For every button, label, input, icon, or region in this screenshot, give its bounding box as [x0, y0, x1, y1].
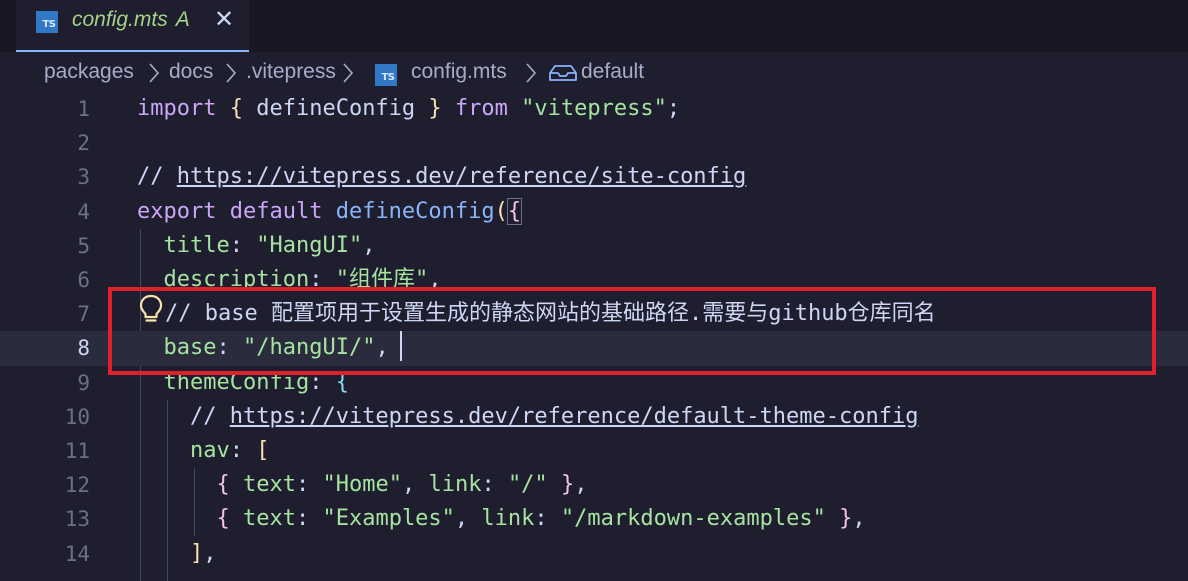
- code-text: description: "组件库",: [163, 267, 442, 292]
- code-text: { text: "Home", link: "/" },: [216, 472, 588, 498]
- line-number: 13: [64, 507, 90, 532]
- code-text: title: "HangUI",: [163, 232, 376, 258]
- code-text: nav: [: [189, 438, 270, 463]
- code-line[interactable]: 1 import { defineConfig } from "vitepres…: [0, 92, 1188, 126]
- chevron-right-icon: [525, 61, 537, 85]
- tab-label: config.mts A: [72, 8, 190, 32]
- code-text: base: "/hangUI/",: [163, 335, 389, 361]
- typescript-file-icon: TS: [36, 11, 58, 33]
- line-number: 1: [77, 97, 90, 121]
- code-comment: // https://vitepress.dev/reference/defau…: [189, 403, 919, 429]
- breadcrumb-item-config-mts[interactable]: config.mts: [411, 60, 507, 84]
- code-comment: // base 配置项用于设置生成的静态网站的基础路径.需要与github仓库同…: [165, 301, 936, 327]
- comment-link[interactable]: https://vitepress.dev/reference/site-con…: [177, 164, 747, 189]
- code-line[interactable]: 7 // base 配置项用于设置生成的静态网站的基础路径.需要与github仓…: [0, 297, 1188, 331]
- code-line[interactable]: 6 description: "组件库",: [0, 263, 1188, 297]
- code-text: export default defineConfig({: [137, 197, 523, 225]
- comment-link[interactable]: https://vitepress.dev/reference/default-…: [230, 404, 919, 429]
- code-line[interactable]: 4 export default defineConfig({: [0, 195, 1188, 229]
- code-line[interactable]: 5 title: "HangUI",: [0, 229, 1188, 263]
- line-number: 7: [77, 302, 90, 327]
- code-line[interactable]: 3 // https://vitepress.dev/reference/sit…: [0, 160, 1188, 194]
- chevron-right-icon: [225, 61, 237, 85]
- git-status-badge: A: [175, 8, 190, 31]
- breadcrumb-item-default[interactable]: default: [581, 60, 644, 84]
- editor-tab-bar: TS config.mts A ✕: [0, 0, 1188, 52]
- tab-config-mts[interactable]: TS config.mts A ✕: [16, 0, 249, 52]
- line-number: 9: [77, 370, 90, 395]
- line-number: 4: [77, 199, 90, 224]
- line-number: 8: [77, 336, 90, 361]
- line-number: 3: [77, 165, 90, 190]
- line-number: 6: [77, 268, 90, 292]
- code-editor[interactable]: 1 import { defineConfig } from "vitepres…: [0, 92, 1188, 581]
- lightbulb-icon[interactable]: [138, 294, 164, 324]
- code-text: import { defineConfig } from "vitepress"…: [137, 96, 681, 121]
- breadcrumb-item-docs[interactable]: docs: [169, 60, 213, 84]
- text-cursor: [400, 331, 402, 361]
- code-line[interactable]: 10 // https://vitepress.dev/reference/de…: [0, 400, 1188, 434]
- code-line[interactable]: 2: [0, 126, 1188, 160]
- breadcrumb-item-vitepress[interactable]: .vitepress: [246, 60, 336, 84]
- line-number: 14: [64, 541, 90, 566]
- line-number: 5: [77, 233, 90, 258]
- typescript-file-icon: TS: [375, 64, 397, 86]
- line-number: 11: [64, 439, 90, 463]
- line-number: 2: [77, 131, 90, 156]
- close-icon[interactable]: ✕: [214, 5, 234, 34]
- code-line[interactable]: 11 nav: [: [0, 434, 1188, 468]
- code-comment: // https://vitepress.dev/reference/site-…: [137, 164, 747, 190]
- line-number: 12: [64, 473, 90, 498]
- chevron-right-icon: [342, 61, 354, 85]
- code-line[interactable]: 9 themeConfig: {: [0, 366, 1188, 400]
- code-text: { text: "Examples", link: "/markdown-exa…: [216, 506, 866, 532]
- code-line[interactable]: 14 ],: [0, 537, 1188, 571]
- code-text: themeConfig: {: [163, 369, 349, 395]
- code-line-current[interactable]: 8 base: "/hangUI/",: [0, 331, 1188, 366]
- breadcrumb: packages docs .vitepress TS config.mts d…: [44, 58, 1184, 90]
- code-line[interactable]: 12 { text: "Home", link: "/" },: [0, 468, 1188, 502]
- module-symbol-icon: [547, 61, 579, 85]
- chevron-right-icon: [148, 61, 160, 85]
- line-number: 10: [64, 404, 90, 429]
- tab-filename: config.mts: [72, 8, 168, 31]
- breadcrumb-item-packages[interactable]: packages: [44, 60, 134, 84]
- code-text: ],: [189, 540, 217, 566]
- code-line[interactable]: 13 { text: "Examples", link: "/markdown-…: [0, 502, 1188, 536]
